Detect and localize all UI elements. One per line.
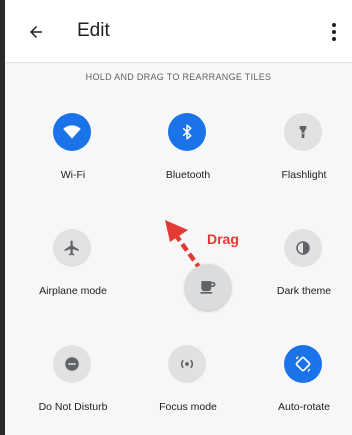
tile-label: Auto-rotate [278, 401, 330, 413]
tile-label: Flashlight [281, 169, 327, 181]
bluetooth-icon [168, 113, 206, 151]
do-not-disturb-icon [53, 345, 91, 383]
rearrange-hint: HOLD AND DRAG TO REARRANGE TILES [85, 72, 272, 82]
tile-label: Airplane mode [39, 285, 107, 297]
tile-auto-rotate[interactable]: Auto-rotate [249, 345, 352, 425]
app-bar: Edit [5, 0, 352, 63]
drag-annotation-label: Drag [207, 231, 239, 247]
wifi-icon [53, 113, 91, 151]
tile-airplane-mode[interactable]: Airplane mode [18, 229, 128, 309]
coffee-cup-icon [200, 281, 216, 294]
tile-do-not-disturb[interactable]: Do Not Disturb [18, 345, 128, 425]
dark-theme-icon [284, 229, 322, 267]
quick-settings-edit-screen: Edit HOLD AND DRAG TO REARRANGE TILES Wi… [5, 0, 352, 435]
auto-rotate-icon [284, 345, 322, 383]
more-vert-icon [332, 23, 336, 27]
flashlight-icon [284, 113, 322, 151]
tile-dark-theme[interactable]: Dark theme [249, 229, 352, 309]
tile-flashlight[interactable]: Flashlight [249, 113, 352, 193]
tile-label: Focus mode [159, 401, 217, 413]
arrow-back-icon [30, 26, 42, 38]
tile-wifi[interactable]: Wi-Fi [18, 113, 128, 193]
tile-label: Bluetooth [165, 169, 211, 181]
dragged-tile[interactable] [185, 264, 231, 310]
page-title: Edit [77, 20, 110, 41]
tile-label: Wi-Fi [60, 169, 86, 181]
tile-focus-mode[interactable]: Focus mode [133, 345, 243, 425]
focus-mode-icon [168, 345, 206, 383]
tile-bluetooth[interactable]: Bluetooth [133, 113, 243, 193]
tile-label: Dark theme [276, 285, 332, 297]
airplane-icon [53, 229, 91, 267]
back-button[interactable] [25, 21, 47, 43]
tile-label: Do Not Disturb [38, 401, 108, 413]
more-options-button[interactable] [326, 20, 342, 44]
